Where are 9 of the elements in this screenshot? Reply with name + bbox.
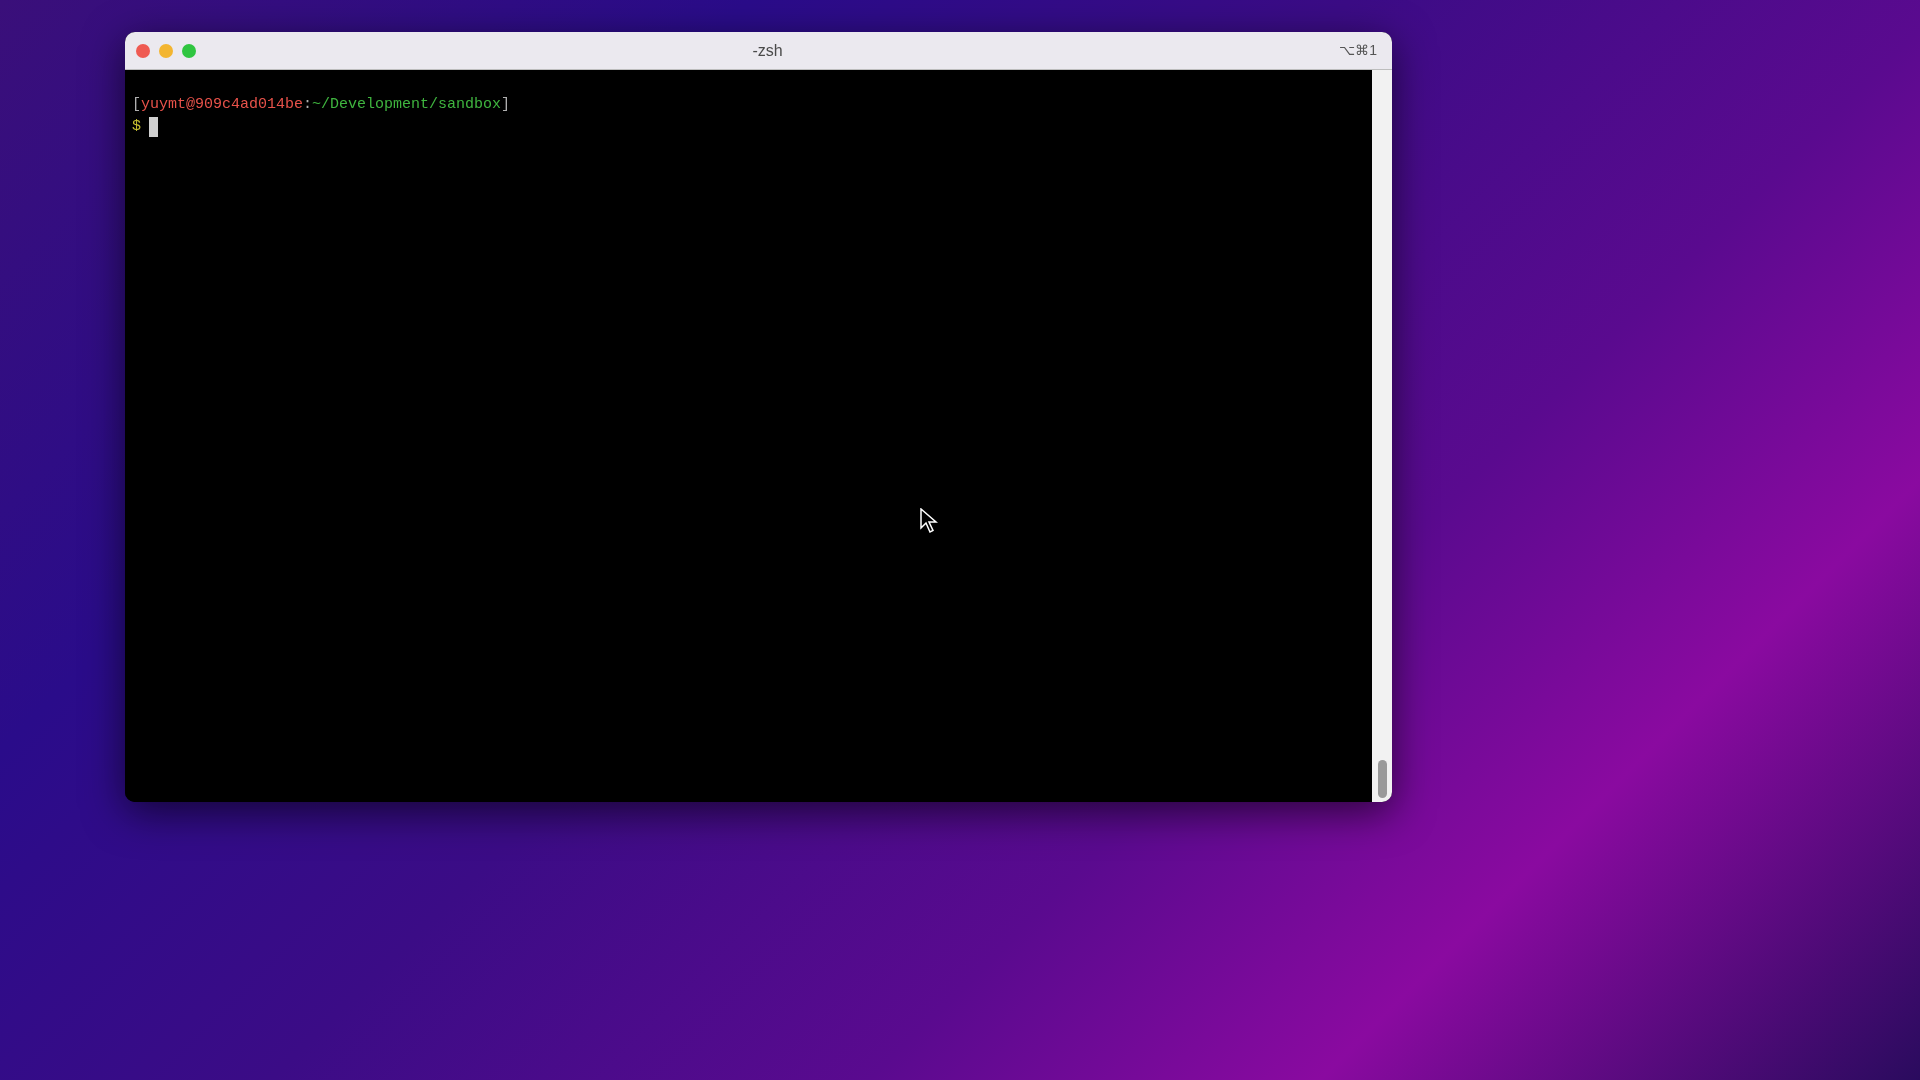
prompt-line: [yuymt@909c4ad014be:~/Development/sandbox]	[132, 95, 511, 115]
window-title: -zsh	[752, 40, 783, 61]
minimize-button[interactable]	[159, 43, 173, 58]
zoom-button[interactable]	[182, 43, 196, 58]
keyboard-shortcut: ⌥⌘1	[1339, 41, 1378, 60]
scrollbar-thumb[interactable]	[1377, 760, 1387, 798]
prompt-symbol: $	[132, 117, 141, 137]
close-button[interactable]	[136, 43, 150, 58]
mouse-pointer-icon	[920, 508, 938, 534]
